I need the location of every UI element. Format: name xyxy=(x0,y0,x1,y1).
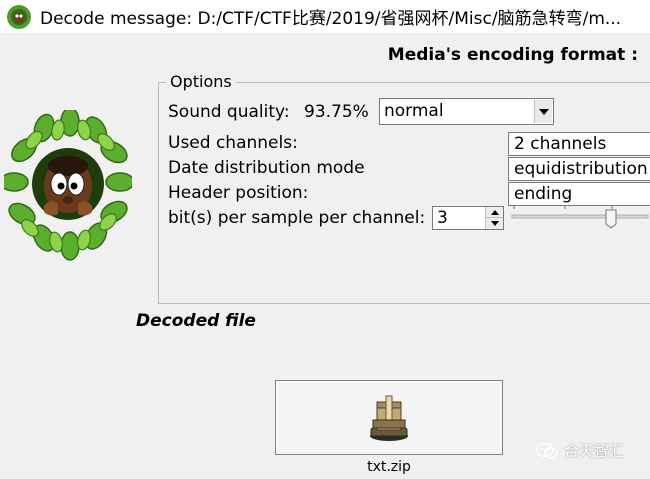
encoding-format-label: Media's encoding format : xyxy=(387,45,638,65)
archive-box-icon xyxy=(370,395,408,441)
stepper-buttons xyxy=(485,207,503,229)
mascot-in-leaves-image xyxy=(4,110,132,261)
used-channels-field[interactable]: 2 channels xyxy=(508,132,650,156)
slider-track xyxy=(511,214,649,219)
bits-slider[interactable] xyxy=(510,200,650,230)
wechat-icon xyxy=(536,442,558,459)
used-channels-label: Used channels: xyxy=(168,133,298,153)
date-distribution-label: Date distribution mode xyxy=(168,158,365,178)
stepper-down-icon[interactable] xyxy=(486,218,503,229)
stepper-up-icon[interactable] xyxy=(486,207,503,218)
sound-quality-label: Sound quality: xyxy=(168,102,290,122)
app-icon xyxy=(7,4,31,29)
watermark-text: 合天智汇 xyxy=(564,442,625,460)
sound-quality-select[interactable]: normal xyxy=(379,98,554,125)
header-position-label: Header position: xyxy=(168,183,309,203)
options-legend: Options xyxy=(166,72,236,91)
window-title: Decode message: D:/CTF/CTF比赛/2019/省强网杯/M… xyxy=(40,9,622,29)
bits-per-sample-label: bit(s) per sample per channel: xyxy=(168,208,426,228)
decoded-file-label: Decoded file xyxy=(136,311,256,331)
watermark: 合天智汇 xyxy=(536,440,624,461)
sound-quality-value: 93.75% xyxy=(304,102,369,122)
decoded-file-name: txt.zip xyxy=(367,459,411,475)
sound-quality-select-value: normal xyxy=(384,101,444,121)
date-distribution-field[interactable]: equidistribution xyxy=(508,157,650,181)
slider-thumb[interactable] xyxy=(605,209,617,229)
bits-per-sample-stepper[interactable]: 3 xyxy=(432,206,504,230)
chevron-down-icon[interactable] xyxy=(534,100,552,123)
decoded-file-button[interactable] xyxy=(275,380,503,455)
title-bar: Decode message: D:/CTF/CTF比赛/2019/省强网杯/M… xyxy=(0,0,650,33)
bits-per-sample-value: 3 xyxy=(437,208,448,228)
